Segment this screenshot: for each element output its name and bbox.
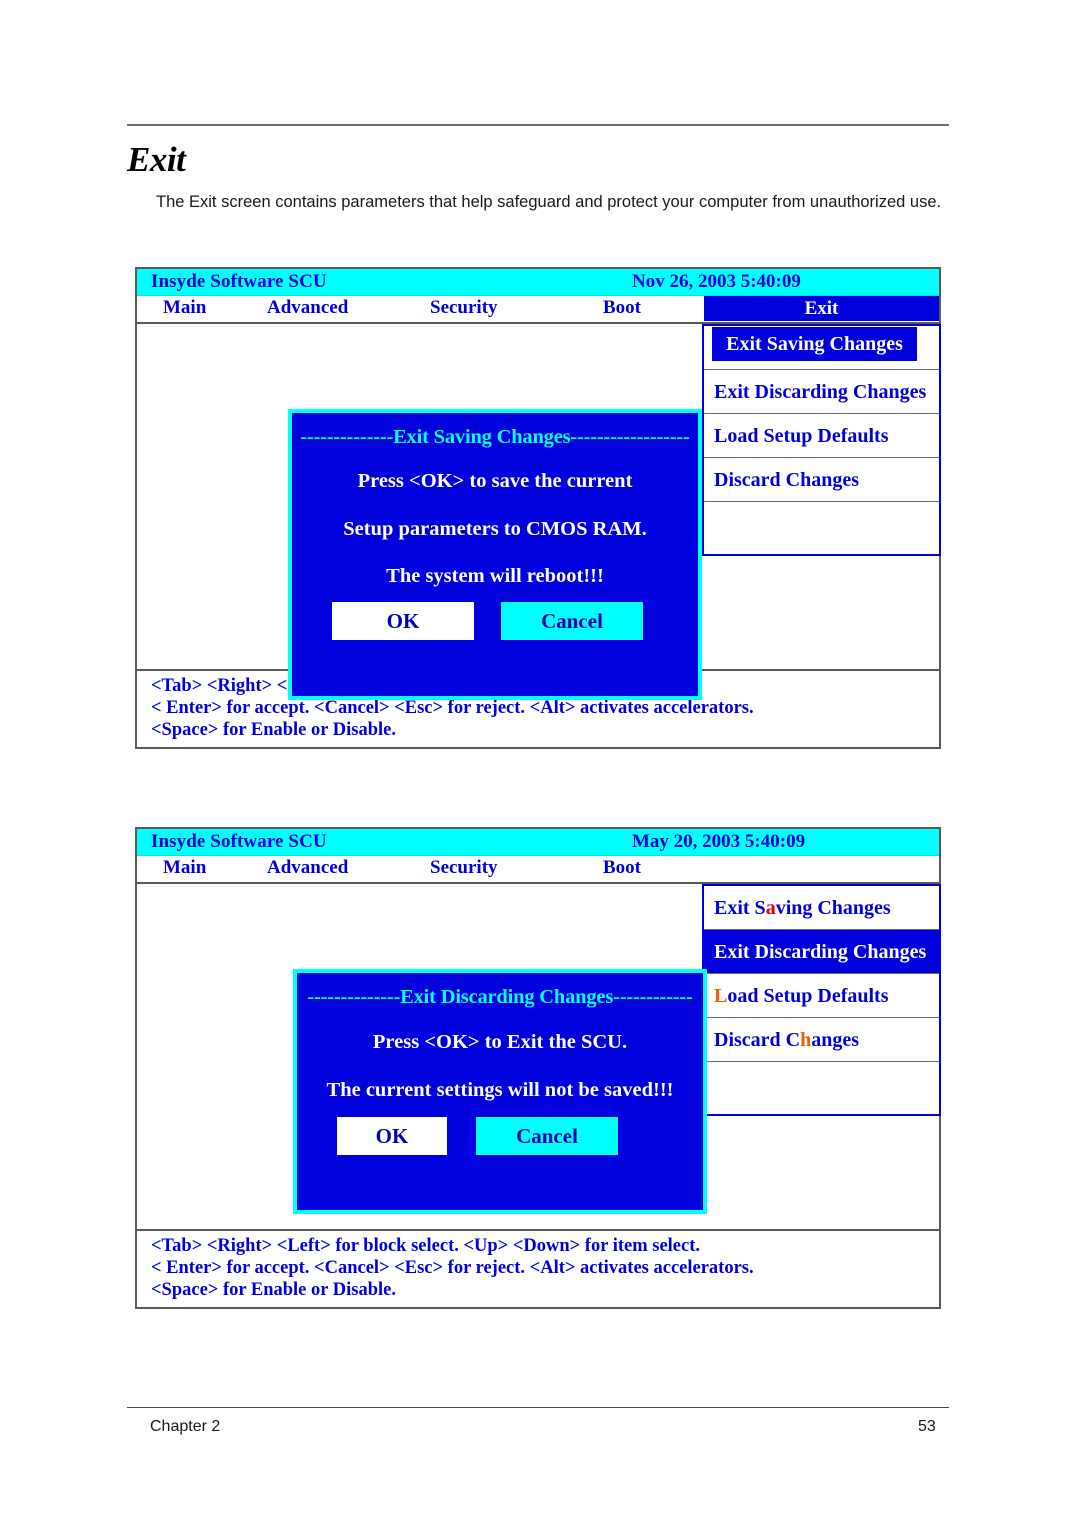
bios-titlebar-1: Insyde Software SCU Nov 26, 2003 5:40:09 — [137, 269, 939, 296]
menu-label-pre: Exit S — [714, 897, 766, 919]
bios-menubar-1: Main Advanced Security Boot Exit — [137, 296, 939, 324]
dialog-line-1c: The system will reboot!!! — [386, 565, 604, 587]
page-title: Exit — [127, 140, 186, 179]
menu-label-pre: Discard C — [714, 1029, 801, 1051]
menu-accelerator-letter: h — [800, 1029, 812, 1051]
exit-discarding-changes-dialog: --------------Exit Discarding Changes---… — [293, 969, 707, 1214]
menu-item-blank-1 — [704, 502, 939, 554]
dialog-inner-1: --------------Exit Saving Changes-------… — [296, 417, 694, 692]
menu-item-discard-changes-1[interactable]: Discard Changes — [704, 458, 939, 502]
header-rule — [127, 124, 949, 126]
bios-body-1: Exit Saving Changes Exit Discarding Chan… — [137, 324, 941, 700]
tab-security-2[interactable]: Security — [430, 857, 498, 879]
menu-item-exit-saving-changes-1[interactable]: Exit Saving Changes — [704, 326, 939, 370]
footer-page-number: 53 — [918, 1418, 936, 1435]
menu-label-post: oad Setup Defaults — [727, 985, 889, 1007]
footer-chapter: Chapter 2 — [150, 1418, 221, 1435]
bios-clock-2: May 20, 2003 5:40:09 — [632, 831, 806, 852]
bios-screen-exit-discarding: Insyde Software SCU May 20, 2003 5:40:09… — [135, 827, 941, 1309]
menu-item-exit-discarding-changes-1[interactable]: Exit Discarding Changes — [704, 370, 939, 414]
menu-label-post: ving Changes — [775, 897, 891, 919]
tab-advanced-2[interactable]: Advanced — [267, 857, 348, 879]
dialog-title-1: --------------Exit Saving Changes-------… — [296, 417, 694, 449]
menu-item-exit-saving-changes-2[interactable]: Exit Saving Changes — [704, 886, 939, 930]
dialog-inner-2: --------------Exit Discarding Changes---… — [301, 977, 699, 1206]
intro-paragraph: The Exit screen contains parameters that… — [156, 193, 942, 211]
exit-dropdown-2: Exit Saving Changes Exit Discarding Chan… — [702, 884, 941, 1116]
dialog-ok-button-2[interactable]: OK — [337, 1117, 447, 1155]
tab-main-1[interactable]: Main — [163, 297, 206, 319]
menu-label-post: anges — [811, 1029, 860, 1051]
menu-accelerator-letter: a — [765, 897, 776, 919]
menu-item-discard-changes-2[interactable]: Discard Changes — [704, 1018, 939, 1062]
bios-clock-1: Nov 26, 2003 5:40:09 — [632, 271, 801, 292]
dialog-line-2b: The current settings will not be saved!!… — [326, 1079, 674, 1101]
hint-line-2c: <Space> for Enable or Disable. — [151, 1280, 396, 1300]
dialog-title-dashes-left: -------------- — [300, 426, 394, 448]
tab-security-1[interactable]: Security — [430, 297, 498, 319]
bios-screen-exit-saving: Insyde Software SCU Nov 26, 2003 5:40:09… — [135, 267, 941, 749]
tab-advanced-1[interactable]: Advanced — [267, 297, 348, 319]
hint-line-1b: < Enter> for accept. <Cancel> <Esc> for … — [151, 698, 754, 718]
dialog-title-dashes-right: ------------------ — [570, 426, 690, 448]
menu-accelerator-letter: L — [714, 985, 728, 1007]
dialog-title-text: Exit Discarding Changes — [400, 986, 614, 1008]
dialog-line-1a: Press <OK> to save the current — [357, 470, 633, 492]
dialog-ok-button-1[interactable]: OK — [332, 602, 474, 640]
tab-exit-1[interactable]: Exit — [704, 296, 939, 321]
hint-line-1c: <Space> for Enable or Disable. — [151, 720, 396, 740]
tab-exit-2[interactable] — [704, 856, 939, 881]
dialog-title-2: --------------Exit Discarding Changes---… — [301, 977, 699, 1009]
hint-line-2a: <Tab> <Right> <Left> for block select. <… — [151, 1236, 701, 1256]
bios-brand-2: Insyde Software SCU — [151, 831, 327, 852]
bios-menubar-2: Main Advanced Security Boot — [137, 856, 939, 884]
menu-item-blank-2 — [704, 1062, 939, 1114]
dialog-title-text: Exit Saving Changes — [393, 426, 571, 448]
dialog-cancel-button-2[interactable]: Cancel — [476, 1117, 618, 1155]
menu-item-exit-discarding-changes-2[interactable]: Exit Discarding Changes — [704, 930, 939, 974]
bios-body-2: Exit Saving Changes Exit Discarding Chan… — [137, 884, 941, 1229]
dialog-title-dashes-left: -------------- — [307, 986, 401, 1008]
menu-item-load-setup-defaults-1[interactable]: Load Setup Defaults — [704, 414, 939, 458]
menu-item-label: Exit Saving Changes — [712, 327, 917, 361]
dialog-line-1b: Setup parameters to CMOS RAM. — [343, 518, 647, 540]
bios-brand-1: Insyde Software SCU — [151, 271, 327, 292]
menu-item-load-setup-defaults-2[interactable]: Load Setup Defaults — [704, 974, 939, 1018]
tab-boot-2[interactable]: Boot — [603, 857, 641, 879]
tab-main-2[interactable]: Main — [163, 857, 206, 879]
footer-rule — [127, 1407, 949, 1408]
exit-saving-changes-dialog: --------------Exit Saving Changes-------… — [288, 409, 702, 700]
tab-boot-1[interactable]: Boot — [603, 297, 641, 319]
hint-line-2b: < Enter> for accept. <Cancel> <Esc> for … — [151, 1258, 754, 1278]
bios-footer-2: <Tab> <Right> <Left> for block select. <… — [137, 1229, 939, 1307]
bios-titlebar-2: Insyde Software SCU May 20, 2003 5:40:09 — [137, 829, 939, 856]
dialog-cancel-button-1[interactable]: Cancel — [501, 602, 643, 640]
document-page: Exit The Exit screen contains parameters… — [0, 0, 1080, 1528]
dialog-line-2a: Press <OK> to Exit the SCU. — [372, 1031, 628, 1053]
exit-dropdown-1: Exit Saving Changes Exit Discarding Chan… — [702, 324, 941, 556]
dialog-title-dashes-right: ------------ — [613, 986, 693, 1008]
